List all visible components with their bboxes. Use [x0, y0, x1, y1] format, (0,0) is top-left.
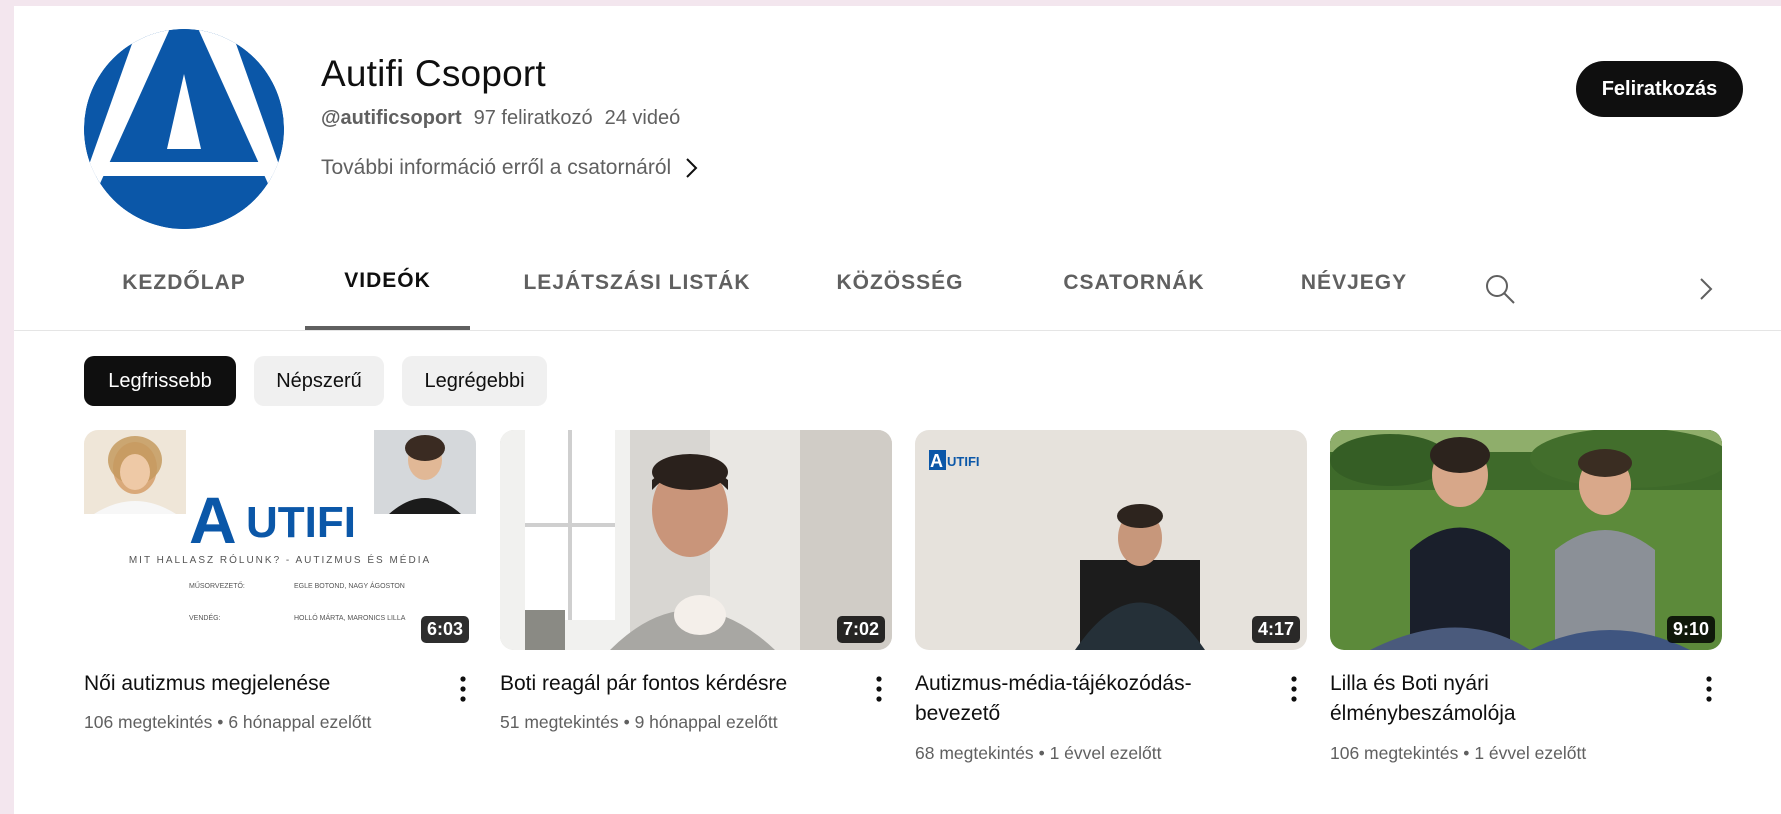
tab-community[interactable]: KÖZÖSSÉG [820, 236, 980, 330]
video-views: 68 megtekintés [915, 743, 1034, 763]
more-vert-icon[interactable] [1703, 674, 1715, 704]
channel-page: Autifi Csoport @autificsoport 97 felirat… [14, 6, 1781, 814]
video-thumbnail[interactable]: 9:10 [1330, 430, 1722, 650]
tab-videos[interactable]: VIDEÓK [305, 236, 470, 330]
thumb-guests: HOLLÓ MÁRTA, MARONICS LILLA [294, 613, 406, 622]
subscribe-button[interactable]: Feliratkozás [1576, 61, 1743, 117]
thumb-logo-letter: A [189, 483, 237, 557]
thumb-guest-label: VENDÉG: [189, 613, 221, 622]
thumb-subtitle: MIT HALLASZ RÓLUNK? - AUTIZMUS ÉS MÉDIA [129, 553, 431, 566]
thumb-logo-letter: A [930, 451, 943, 471]
video-meta: 106 megtekintés • 6 hónappal ezelőtt [84, 712, 371, 733]
tab-playlists[interactable]: LEJÁTSZÁSI LISTÁK [522, 236, 752, 330]
thumb-hosts: EGLE BOTOND, NAGY ÁGOSTON [294, 581, 405, 590]
video-age: 1 évvel ezelőtt [1474, 743, 1587, 763]
video-card: A UTIFI MIT HALLASZ RÓLUNK? - AUTIZMUS É… [84, 430, 476, 732]
thumbnail-image: A UTIFI [915, 430, 1307, 650]
video-meta: 68 megtekintés • 1 évvel ezelőtt [915, 743, 1161, 764]
meta-separator: • [623, 712, 630, 732]
video-duration: 4:17 [1251, 616, 1300, 643]
thumb-logo-text: UTIFI [947, 454, 980, 469]
channel-handle: @autificsoport [321, 107, 462, 129]
video-title[interactable]: Női autizmus megjelenése [84, 669, 424, 699]
subscriber-count: 97 feliratkozó [473, 107, 593, 129]
chevron-right-icon [686, 158, 698, 178]
video-age: 6 hónappal ezelőtt [228, 712, 372, 732]
video-count: 24 videó [604, 107, 681, 129]
chevron-right-icon[interactable] [1692, 275, 1720, 303]
thumb-logo-text: UTIFI [246, 498, 356, 547]
video-views: 106 megtekintés [84, 712, 213, 732]
video-thumbnail[interactable]: 7:02 [500, 430, 892, 650]
video-age: 9 hónappal ezelőtt [634, 712, 778, 732]
video-views: 106 megtekintés [1330, 743, 1459, 763]
video-duration: 9:10 [1666, 616, 1715, 643]
video-card: 7:02 Boti reagál pár fontos kérdésre 51 … [500, 430, 892, 732]
chip-latest[interactable]: Legfrissebb [84, 356, 236, 406]
video-thumbnail[interactable]: A UTIFI 4:17 [915, 430, 1307, 650]
more-vert-icon[interactable] [873, 674, 885, 704]
chip-oldest[interactable]: Legrégebbi [402, 356, 547, 406]
meta-separator: • [1463, 743, 1470, 763]
video-age: 1 évvel ezelőtt [1049, 743, 1162, 763]
about-channel-label: További információ erről a csatornáról [321, 156, 672, 179]
thumbnail-image [500, 430, 892, 650]
video-views: 51 megtekintés [500, 712, 619, 732]
video-card: A UTIFI 4:17 Autizmus-média-tájékozódás-… [915, 430, 1307, 763]
thumbnail-image: A UTIFI MIT HALLASZ RÓLUNK? - AUTIZMUS É… [84, 430, 476, 650]
autifi-logo-icon [84, 29, 284, 229]
meta-separator: • [1038, 743, 1045, 763]
video-duration: 6:03 [420, 616, 469, 643]
tab-home[interactable]: KEZDŐLAP [104, 236, 264, 330]
video-meta: 51 megtekintés • 9 hónappal ezelőtt [500, 712, 778, 733]
meta-separator: • [217, 712, 224, 732]
thumbnail-image [1330, 430, 1722, 650]
video-title[interactable]: Boti reagál pár fontos kérdésre [500, 669, 840, 699]
video-title[interactable]: Autizmus-média-tájékozódás-bevezető [915, 669, 1255, 729]
channel-tabs: KEZDŐLAP VIDEÓK LEJÁTSZÁSI LISTÁK KÖZÖSS… [14, 236, 1781, 331]
chip-popular[interactable]: Népszerű [254, 356, 384, 406]
tab-about[interactable]: NÉVJEGY [1279, 236, 1429, 330]
tab-channels[interactable]: CSATORNÁK [1044, 236, 1224, 330]
video-duration: 7:02 [836, 616, 885, 643]
channel-meta: @autificsoport 97 feliratkozó 24 videó [321, 107, 680, 130]
more-vert-icon[interactable] [457, 674, 469, 704]
video-title[interactable]: Lilla és Boti nyári élménybeszámolója [1330, 669, 1670, 729]
channel-avatar[interactable] [84, 29, 284, 229]
about-channel-link[interactable]: További információ erről a csatornáról [321, 156, 699, 180]
more-vert-icon[interactable] [1288, 674, 1300, 704]
channel-name: Autifi Csoport [321, 53, 546, 94]
video-thumbnail[interactable]: A UTIFI MIT HALLASZ RÓLUNK? - AUTIZMUS É… [84, 430, 476, 650]
search-icon[interactable] [1484, 273, 1516, 305]
video-meta: 106 megtekintés • 1 évvel ezelőtt [1330, 743, 1586, 764]
video-card: 9:10 Lilla és Boti nyári élménybeszámoló… [1330, 430, 1722, 763]
thumb-host-label: MŰSORVEZETŐ: [189, 581, 245, 590]
